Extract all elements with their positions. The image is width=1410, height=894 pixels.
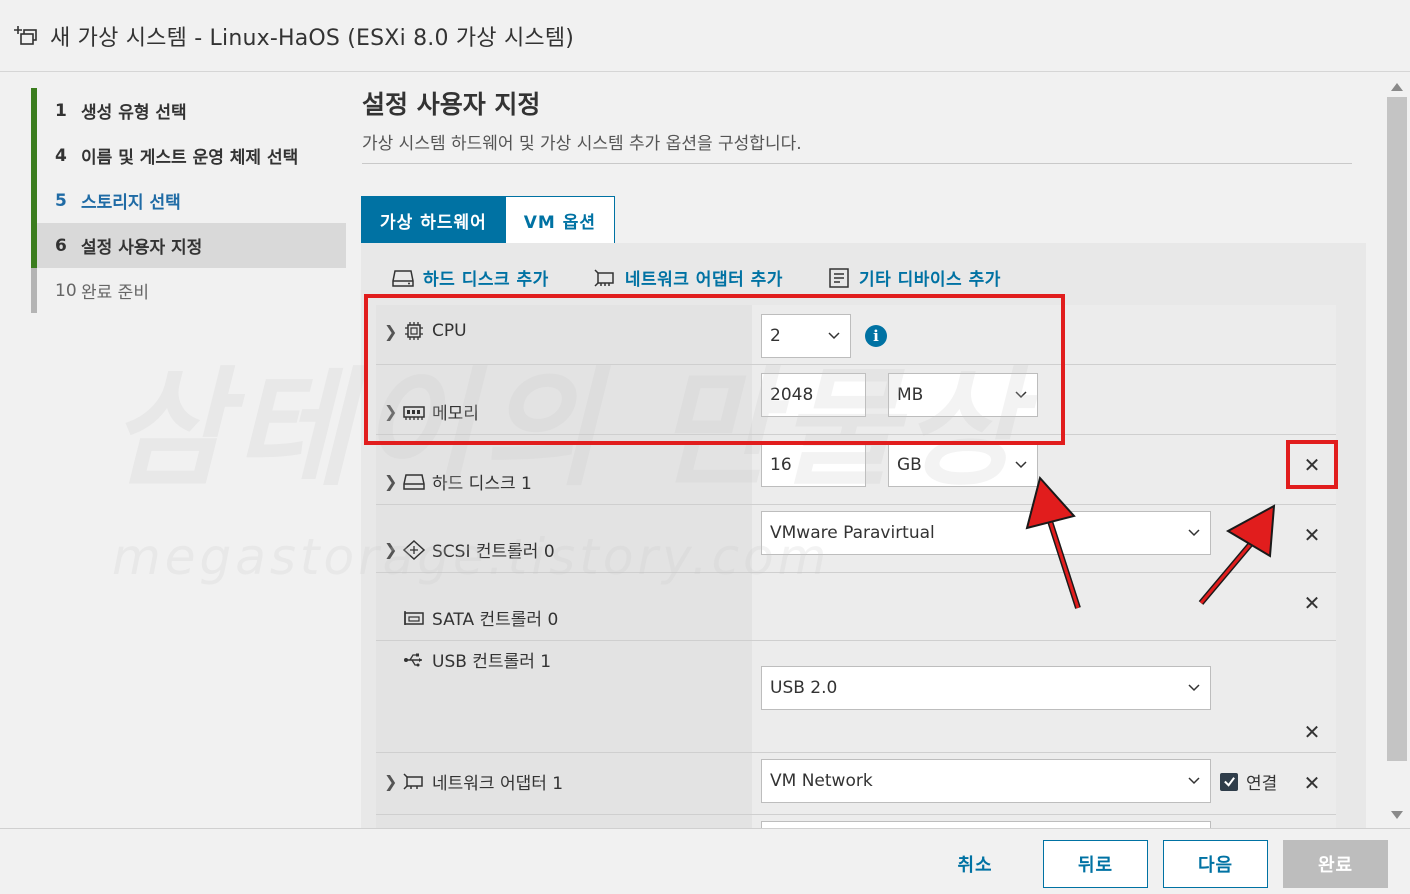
- add-network-adapter-button[interactable]: 네트워크 어댑터 추가: [593, 265, 783, 290]
- sata-controller-icon: [404, 610, 424, 625]
- usb-icon: [404, 653, 422, 666]
- scsi-type-select[interactable]: VMware Paravirtual: [761, 511, 1211, 555]
- chevron-right-icon[interactable]: ❯: [384, 540, 402, 559]
- step-create-type[interactable]: 1 생성 유형 선택: [31, 88, 346, 133]
- hard-disk-icon: [392, 269, 414, 287]
- highlight-cpu-memory: [364, 294, 1065, 445]
- network-adapter-icon: [403, 772, 423, 790]
- hardware-actions: 하드 디스크 추가 네트워크 어댑터 추가 기타 디바이스 추가: [391, 265, 1001, 290]
- step-name-guest-os[interactable]: 4 이름 및 게스트 운영 체제 선택: [31, 133, 346, 178]
- wizard-steps-sidebar: 1 생성 유형 선택 4 이름 및 게스트 운영 체제 선택 5 스토리지 선택…: [0, 73, 346, 828]
- network-connect-checkbox[interactable]: 연결: [1220, 769, 1277, 794]
- title-bar: 새 가상 시스템 - Linux-HaOS (ESXi 8.0 가상 시스템): [0, 0, 1410, 72]
- tab-vm-options[interactable]: VM 옵션: [505, 196, 616, 244]
- remove-sata-button[interactable]: ✕: [1298, 589, 1326, 617]
- scsi-label: SCSI 컨트롤러 0: [432, 542, 555, 562]
- scrollbar-thumb[interactable]: [1387, 97, 1407, 761]
- cancel-button[interactable]: 취소: [925, 840, 1025, 888]
- scroll-up-icon[interactable]: [1391, 83, 1403, 91]
- chevron-right-icon[interactable]: ❯: [384, 472, 402, 491]
- sata-label: SATA 컨트롤러 0: [432, 610, 559, 630]
- page-description: 가상 시스템 하드웨어 및 가상 시스템 추가 옵션을 구성합니다.: [362, 134, 802, 154]
- divider: [362, 163, 1352, 164]
- next-button[interactable]: 다음: [1163, 840, 1268, 888]
- chevron-down-icon: [1188, 777, 1200, 785]
- step-select-storage[interactable]: 5 스토리지 선택: [31, 178, 346, 223]
- network-adapter-label: 네트워크 어댑터 1: [432, 774, 564, 794]
- scsi-controller-icon: [402, 539, 426, 560]
- hardware-row-usb: USB 컨트롤러 1 USB 2.0 ✕: [376, 641, 1336, 753]
- wizard-footer: 취소 뒤로 다음 완료: [0, 828, 1410, 894]
- finish-button: 완료: [1283, 840, 1388, 888]
- usb-label: USB 컨트롤러 1: [432, 652, 552, 672]
- step-label: 생성 유형 선택: [81, 103, 187, 123]
- other-device-icon: [829, 267, 849, 288]
- highlight-remove-disk: [1286, 440, 1338, 489]
- chevron-down-icon: [1015, 461, 1027, 469]
- step-customize-settings[interactable]: 6 설정 사용자 지정: [31, 223, 346, 268]
- chevron-right-icon[interactable]: ❯: [384, 772, 402, 791]
- step-label: 이름 및 게스트 운영 체제 선택: [81, 148, 299, 168]
- step-label: 스토리지 선택: [81, 193, 181, 213]
- add-hard-disk-button[interactable]: 하드 디스크 추가: [391, 265, 549, 290]
- usb-type-select[interactable]: USB 2.0: [761, 666, 1211, 710]
- remove-scsi-button[interactable]: ✕: [1298, 521, 1326, 549]
- wizard-steps: 1 생성 유형 선택 4 이름 및 게스트 운영 체제 선택 5 스토리지 선택…: [31, 88, 346, 313]
- main-content: 설정 사용자 지정 가상 시스템 하드웨어 및 가상 시스템 추가 옵션을 구성…: [346, 73, 1384, 828]
- new-vm-icon: [14, 25, 37, 45]
- network-select[interactable]: VM Network: [761, 759, 1211, 803]
- hardware-row-hard-disk: ❯ 하드 디스크 1 16 GB ✕: [376, 435, 1336, 505]
- add-other-device-button[interactable]: 기타 디바이스 추가: [827, 265, 1001, 290]
- chevron-down-icon: [1188, 529, 1200, 537]
- chevron-down-icon: [1188, 684, 1200, 692]
- hard-disk-icon: [403, 473, 425, 490]
- remove-network-button[interactable]: ✕: [1298, 769, 1326, 797]
- disk-size-input[interactable]: 16: [761, 443, 866, 487]
- back-button[interactable]: 뒤로: [1043, 840, 1148, 888]
- step-ready-to-complete: 10 완료 준비: [31, 268, 346, 313]
- network-adapter-icon: [594, 268, 614, 287]
- hard-disk-label: 하드 디스크 1: [432, 474, 532, 494]
- page-title: 설정 사용자 지정: [362, 90, 541, 119]
- hardware-row-network: ❯ 네트워크 어댑터 1 VM Network 연결 ✕: [376, 753, 1336, 815]
- disk-unit-select[interactable]: GB: [888, 443, 1038, 487]
- checkbox-checked-icon: [1220, 772, 1238, 791]
- step-label: 완료 준비: [81, 283, 149, 303]
- hardware-row-sata: SATA 컨트롤러 0 ✕: [376, 573, 1336, 641]
- partial-field: [761, 821, 1211, 828]
- hardware-row-scsi: ❯ SCSI 컨트롤러 0 VMware Paravirtual ✕: [376, 505, 1336, 573]
- remove-usb-button[interactable]: ✕: [1298, 718, 1326, 746]
- main-scrollbar[interactable]: [1384, 73, 1410, 828]
- tab-virtual-hardware[interactable]: 가상 하드웨어: [361, 196, 506, 244]
- window-title: 새 가상 시스템 - Linux-HaOS (ESXi 8.0 가상 시스템): [50, 25, 575, 51]
- tab-bar: 가상 하드웨어 VM 옵션: [361, 196, 616, 244]
- scroll-down-icon[interactable]: [1391, 811, 1403, 819]
- step-label: 설정 사용자 지정: [81, 238, 203, 258]
